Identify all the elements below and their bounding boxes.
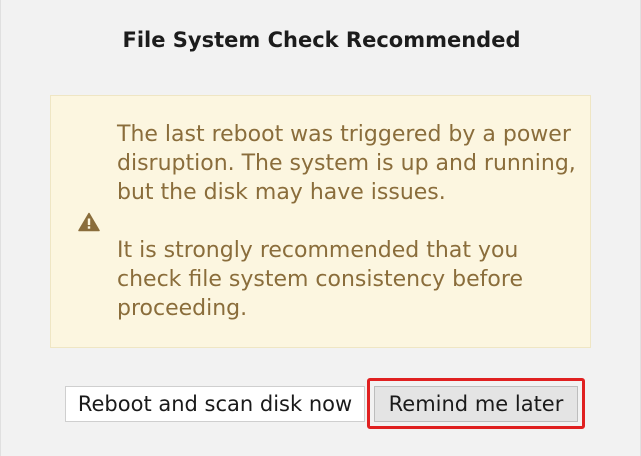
warning-notice: The last reboot was triggered by a power… (50, 95, 591, 348)
dialog-title: File System Check Recommended (122, 28, 521, 52)
warning-triangle-icon (78, 212, 100, 232)
notice-paragraph-2: It is strongly recommended that you chec… (117, 238, 523, 321)
notice-paragraph-1: The last reboot was triggered by a power… (117, 122, 576, 205)
reboot-and-scan-button[interactable]: Reboot and scan disk now (65, 386, 365, 422)
notice-message: The last reboot was triggered by a power… (117, 120, 577, 323)
file-system-check-dialog: File System Check Recommended The last r… (0, 0, 641, 456)
remind-me-later-button[interactable]: Remind me later (374, 386, 578, 422)
